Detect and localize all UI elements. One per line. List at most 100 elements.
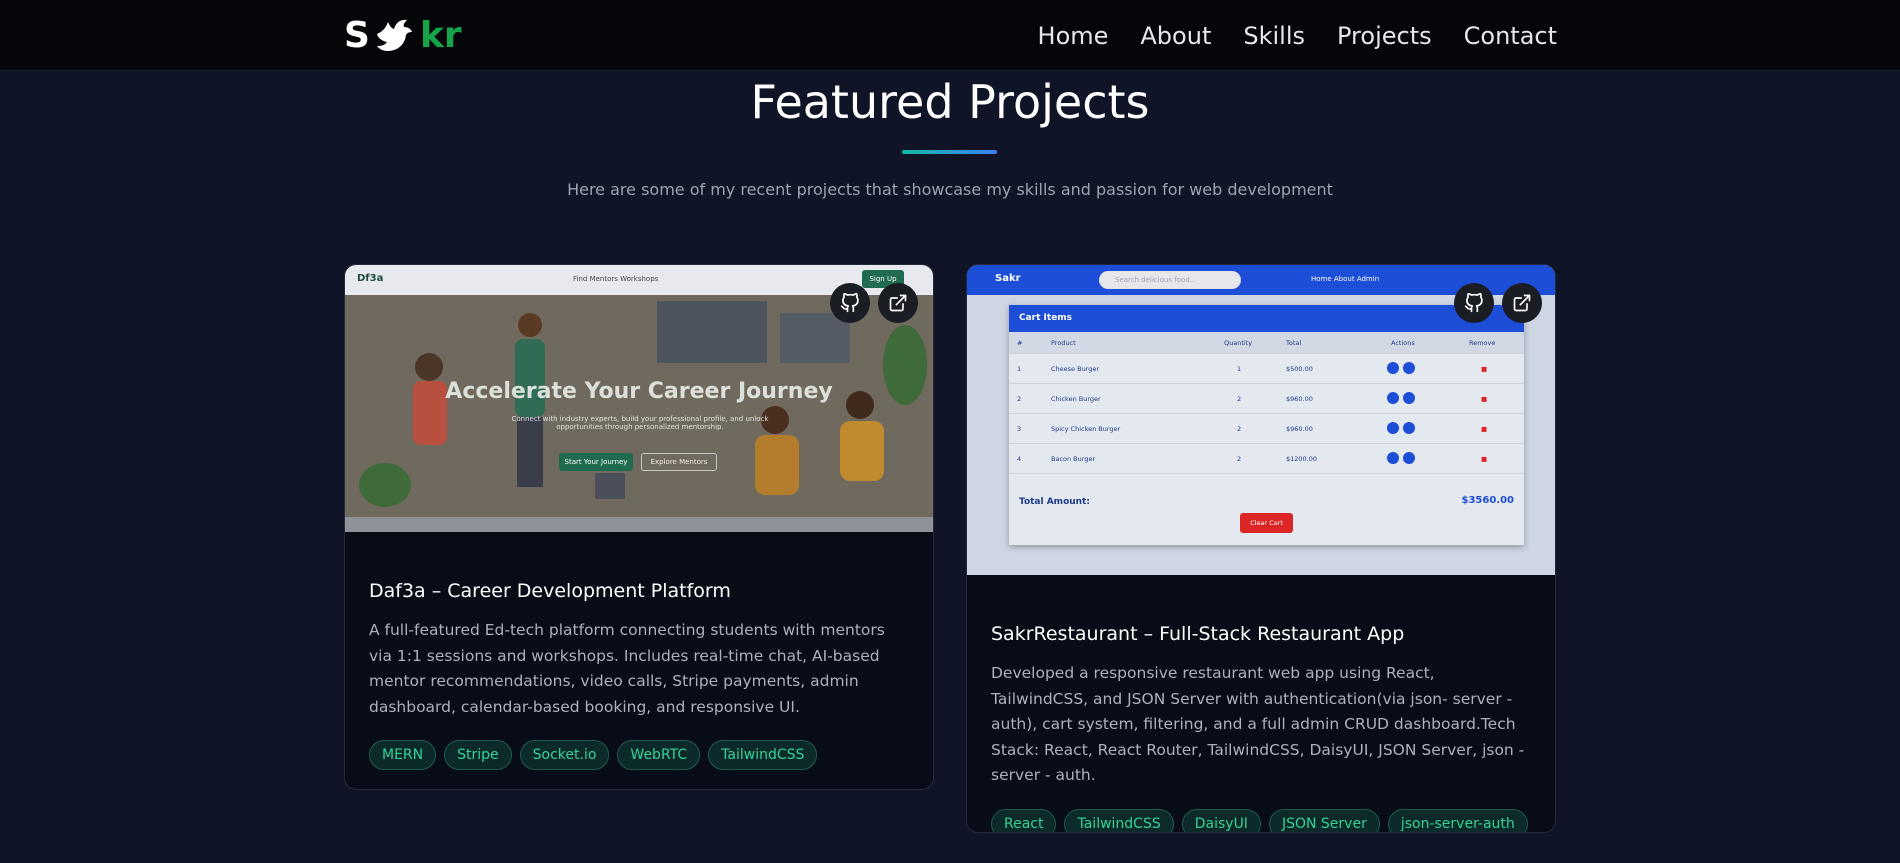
tech-tag: JSON Server [1268,808,1380,832]
nav-contact[interactable]: Contact [1464,18,1557,54]
tech-tag: WebRTC [617,740,701,770]
preview-cell: 2 [1237,455,1242,463]
project-card-sakr: Sakr Search delicious food... Home About… [966,264,1556,833]
preview-hero: Accelerate Your Career Journey Connect w… [345,295,933,517]
preview-cart-panel: Cart Items # Product Quantity Total Acti… [1009,305,1524,545]
preview-footer [345,517,933,532]
project-title[interactable]: Daf3a – Career Development Platform [369,580,909,602]
minus-icon [1403,362,1415,374]
preview-illustration [345,295,933,517]
logo-letter: S [344,15,370,56]
project-title[interactable]: SakrRestaurant – Full-Stack Restaurant A… [991,623,1531,645]
plus-icon [1387,362,1399,374]
external-link-icon [1513,294,1531,312]
preview-table-header: # Product Quantity Total Actions Remove [1009,332,1524,354]
minus-icon [1403,452,1415,464]
preview-table-row: 2 Chicken Burger 2 $960.00 ■ [1009,384,1524,414]
preview-nav-links: Find Mentors Workshops [573,275,659,283]
trash-icon: ■ [1481,395,1488,403]
tech-tag: json-server-auth [1387,808,1528,832]
project-card-body: Daf3a – Career Development Platform A fu… [345,532,933,770]
live-demo-button[interactable] [878,283,918,323]
bird-icon [376,19,412,51]
trash-icon: ■ [1481,365,1488,373]
preview-cta-primary: Start Your Journey [559,453,633,471]
preview-total-value: $3560.00 [1461,495,1514,506]
github-link-button[interactable] [830,283,870,323]
section-title: Featured Projects [750,75,1150,129]
github-link-button[interactable] [1454,283,1494,323]
preview-table-row: 1 Cheese Burger 1 $500.00 ■ [1009,354,1524,384]
preview-table-row: 3 Spicy Chicken Burger 2 $960.00 ■ [1009,414,1524,444]
preview-cell: 2 [1237,395,1242,403]
plus-icon [1387,392,1399,404]
project-card-body: SakrRestaurant – Full-Stack Restaurant A… [967,575,1555,832]
external-link-icon [889,294,907,312]
preview-cell: 2 [1017,395,1022,403]
preview-header-cell: Product [1051,339,1076,347]
site-logo[interactable]: S kr [344,14,462,58]
preview-cell: $960.00 [1286,395,1313,403]
tech-tag: MERN [369,740,437,770]
preview-header-cell: Total [1286,339,1302,347]
preview-header-cell: # [1017,339,1023,347]
preview-cell: 4 [1017,455,1022,463]
plus-icon [1387,422,1399,434]
preview-cell: $960.00 [1286,425,1313,433]
trash-icon: ■ [1481,425,1488,433]
nav-home[interactable]: Home [1038,18,1109,54]
preview-text: Connect with industry experts, build you… [511,415,769,431]
preview-cell: 1 [1017,365,1022,373]
nav-about[interactable]: About [1140,18,1211,54]
preview-brand: Sakr [995,273,1021,284]
nav-skills[interactable]: Skills [1243,18,1305,54]
logo-suffix: kr [419,15,462,56]
nav-projects[interactable]: Projects [1337,18,1432,54]
preview-heading: Accelerate Your Career Journey [445,379,833,404]
preview-cell: 3 [1017,425,1022,433]
preview-search: Search delicious food... [1099,271,1241,289]
preview-cart-title: Cart Items [1009,305,1524,332]
preview-header-cell: Remove [1469,339,1496,347]
tech-tag: TailwindCSS [1064,808,1174,832]
project-description: A full-featured Ed-tech platform connect… [369,621,885,716]
github-icon [840,293,859,313]
tech-tag: Stripe [444,740,512,770]
project-preview-image: Df3a Find Mentors Workshops Sign Up Acce… [345,265,933,532]
project-card-daf3a: Df3a Find Mentors Workshops Sign Up Acce… [344,264,934,790]
tech-tags: MERN Stripe Socket.io WebRTC TailwindCSS [369,740,909,770]
preview-total-label: Total Amount: [1019,497,1090,507]
preview-cell: Cheese Burger [1051,365,1100,373]
preview-table-row: 4 Bacon Burger 2 $1200.00 ■ [1009,444,1524,474]
plus-icon [1387,452,1399,464]
section-subtitle: Here are some of my recent projects that… [567,180,1333,199]
preview-header-cell: Actions [1391,339,1415,347]
main-nav: Home About Skills Projects Contact [1038,18,1557,54]
project-description: Developed a responsive restaurant web ap… [991,664,1525,784]
preview-cell: $1200.00 [1286,455,1318,463]
tech-tags: React TailwindCSS DaisyUI JSON Server js… [991,808,1531,832]
trash-icon: ■ [1481,455,1488,463]
preview-nav-links: Home About Admin [1311,275,1380,283]
preview-cell: 1 [1237,365,1242,373]
preview-cell: Chicken Burger [1051,395,1101,403]
preview-brand: Df3a [357,273,384,284]
title-underline [902,150,997,154]
preview-clear-button: Clear Cart [1240,513,1293,533]
preview-cta-secondary: Explore Mentors [641,453,717,471]
preview-cell: 2 [1237,425,1242,433]
tech-tag: Socket.io [519,740,610,770]
minus-icon [1403,392,1415,404]
navbar: S kr Home About Skills Projects Contact [0,0,1900,71]
preview-cell: Spicy Chicken Burger [1051,425,1121,433]
tech-tag: DaisyUI [1181,808,1261,832]
preview-cell: $500.00 [1286,365,1313,373]
github-icon [1464,293,1483,313]
project-preview-image: Sakr Search delicious food... Home About… [967,265,1555,575]
preview-header-cell: Quantity [1224,339,1253,347]
preview-cell: Bacon Burger [1051,455,1096,463]
tech-tag: React [991,808,1057,832]
minus-icon [1403,422,1415,434]
tech-tag: TailwindCSS [708,740,818,770]
live-demo-button[interactable] [1502,283,1542,323]
